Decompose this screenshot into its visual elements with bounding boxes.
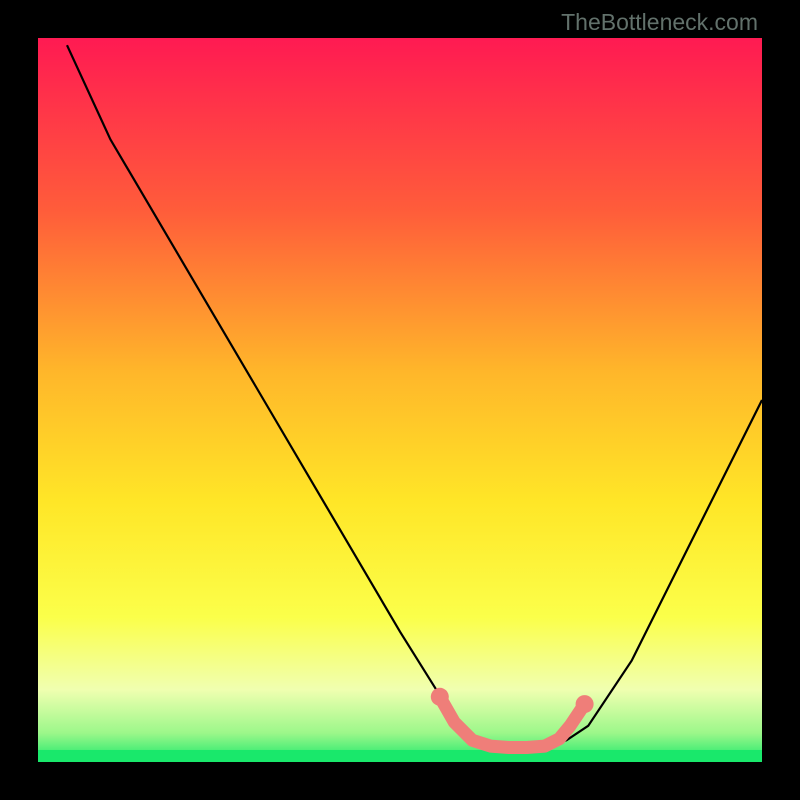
bottom-band: [38, 750, 762, 762]
highlight-end-dot: [431, 688, 449, 706]
bottleneck-chart: [38, 38, 762, 762]
gradient-background: [38, 38, 762, 762]
highlight-end-dot: [576, 695, 594, 713]
plot-area: [38, 38, 762, 762]
attribution-text: TheBottleneck.com: [561, 9, 758, 36]
chart-frame: TheBottleneck.com: [0, 0, 800, 800]
